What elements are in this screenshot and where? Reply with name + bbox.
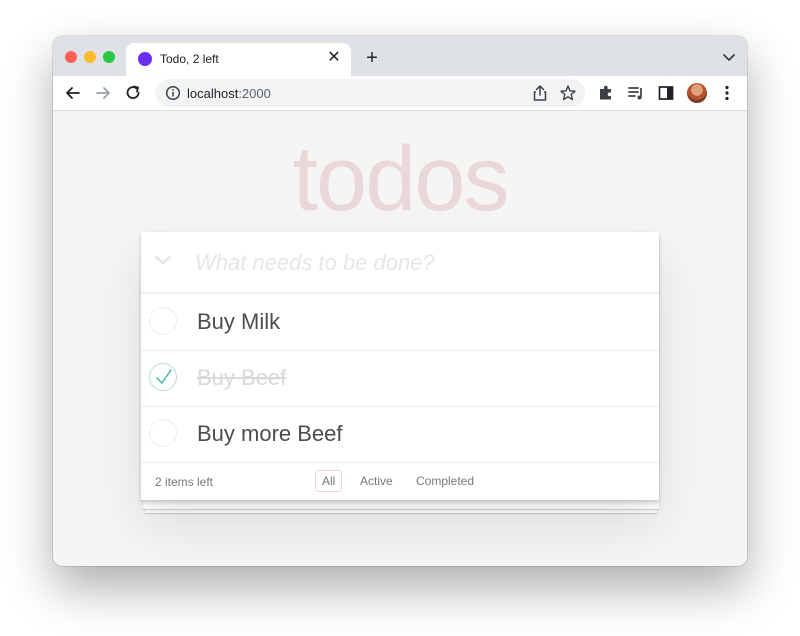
zoom-window-button[interactable]	[103, 51, 115, 63]
todo-footer: 2 items left All Active Completed	[141, 462, 659, 500]
todo-label[interactable]: Buy Beef	[197, 365, 286, 391]
tab-todo[interactable]: Todo, 2 left ✕	[126, 43, 351, 76]
filter-all[interactable]: All	[315, 470, 343, 492]
url-text: localhost:2000	[187, 86, 271, 101]
tab-title: Todo, 2 left	[160, 52, 219, 66]
todo-label[interactable]: Buy more Beef	[197, 421, 343, 447]
todo-item[interactable]: Buy Milk	[141, 294, 659, 351]
close-window-button[interactable]	[65, 51, 77, 63]
back-arrow-icon[interactable]	[63, 83, 83, 103]
todo-app-card: Buy Milk Buy Beef Buy more Beef 2 items …	[141, 232, 659, 500]
address-bar[interactable]: localhost:2000	[155, 79, 585, 107]
toggle-all-chevron-icon[interactable]	[153, 250, 173, 270]
favicon-icon	[138, 52, 152, 66]
reload-icon[interactable]	[123, 83, 143, 103]
side-panel-icon[interactable]	[656, 83, 676, 103]
tab-search-chevron-icon[interactable]	[721, 49, 737, 65]
profile-avatar[interactable]	[687, 83, 707, 103]
more-menu-icon[interactable]	[717, 83, 737, 103]
new-todo-row	[141, 232, 659, 294]
todo-item[interactable]: Buy more Beef	[141, 406, 659, 463]
tab-strip: Todo, 2 left ✕ +	[53, 36, 747, 76]
todo-checkbox[interactable]	[149, 307, 177, 335]
new-todo-input[interactable]	[195, 232, 645, 293]
media-controls-icon[interactable]	[626, 83, 646, 103]
url-port: :2000	[238, 86, 271, 101]
checkmark-icon	[156, 369, 172, 384]
new-tab-icon[interactable]: +	[361, 47, 383, 69]
app-title: todos	[292, 128, 509, 230]
todo-item[interactable]: Buy Beef	[141, 350, 659, 407]
items-left-count: 2 items left	[155, 475, 214, 489]
minimize-window-button[interactable]	[84, 51, 96, 63]
url-host: localhost	[187, 86, 239, 101]
browser-window: Todo, 2 left ✕ + localhost:2000 todos Wh…	[53, 36, 747, 566]
forward-arrow-icon[interactable]	[93, 83, 113, 103]
todo-checkbox[interactable]	[149, 419, 177, 447]
browser-toolbar: localhost:2000	[53, 76, 747, 111]
site-info-icon[interactable]	[165, 85, 181, 101]
filter-completed[interactable]: Completed	[409, 470, 481, 492]
share-icon[interactable]	[531, 84, 549, 102]
bookmark-star-icon[interactable]	[559, 84, 577, 102]
todo-checkbox[interactable]	[149, 363, 177, 391]
page-viewport: todos Buy Milk Buy Beef	[53, 111, 747, 566]
filter-active[interactable]: Active	[353, 470, 400, 492]
extensions-puzzle-icon[interactable]	[596, 83, 616, 103]
tab-close-icon[interactable]: ✕	[325, 49, 343, 67]
todo-label[interactable]: Buy Milk	[197, 309, 280, 335]
